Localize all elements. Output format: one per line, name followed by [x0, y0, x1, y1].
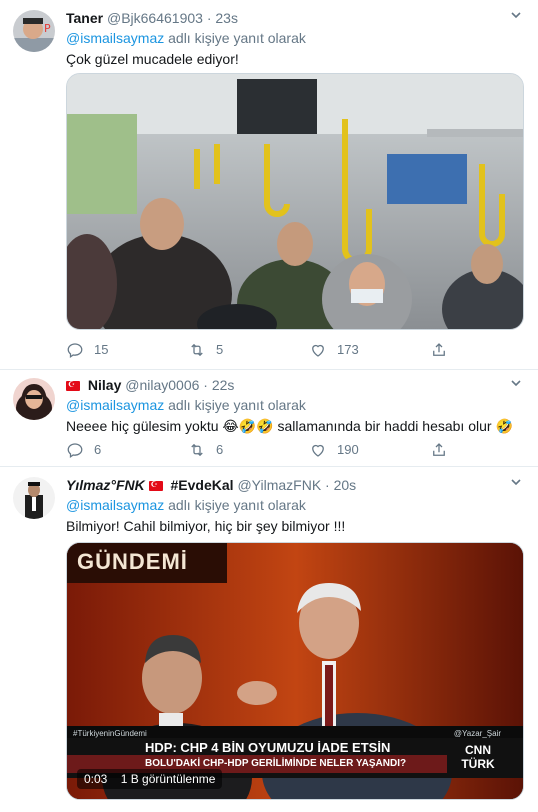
mention-link[interactable]: @ismailsaymaz: [66, 30, 164, 46]
avatar[interactable]: [13, 378, 55, 420]
video-watermark: @Yazar_Şair: [453, 729, 501, 738]
retweet-icon: [191, 343, 203, 357]
separator: ·: [206, 10, 212, 26]
video-hashtag: #TürkiyeninGündemi: [73, 729, 147, 738]
share-icon: [433, 343, 445, 356]
share-icon: [433, 443, 445, 456]
tweet-1[interactable]: P Taner @Bjk66461903 · 23s @ismailsaymaz…: [0, 0, 538, 370]
reply-button[interactable]: 6: [66, 440, 101, 460]
retweet-button[interactable]: 6: [188, 440, 223, 460]
retweet-count: 6: [216, 442, 224, 457]
chevron-down-icon[interactable]: [508, 9, 524, 25]
avatar[interactable]: P: [13, 10, 55, 52]
display-name[interactable]: Taner: [66, 10, 103, 26]
retweet-icon: [191, 443, 203, 457]
display-name-hashtag: #EvdeKal: [170, 477, 234, 493]
reply-button[interactable]: 15: [66, 340, 108, 360]
tweet-actions: 15 5 173: [66, 340, 456, 360]
video-duration: 0:03: [84, 772, 108, 786]
tweet-2[interactable]: Nilay @nilay0006 · 22s @ismailsaymaz adl…: [0, 370, 538, 467]
timestamp[interactable]: 20s: [334, 477, 357, 493]
video-views: 1 B görüntülenme: [120, 772, 216, 786]
reply-icon: [67, 343, 83, 358]
display-name[interactable]: Nilay: [88, 377, 121, 393]
heart-icon: [312, 444, 324, 457]
tweet-text: Neeee hiç gülesim yoktu 😂🤣🤣 sallamanında…: [66, 418, 513, 434]
retweet-button[interactable]: 5: [188, 340, 223, 360]
heart-icon: [312, 344, 324, 357]
timestamp[interactable]: 22s: [212, 377, 235, 393]
share-button[interactable]: [430, 440, 458, 460]
tweet-header: Taner @Bjk66461903 · 23s: [66, 8, 524, 28]
turkey-flag-icon: [66, 379, 80, 391]
video-subline: BOLU'DAKİ CHP-HDP GERİLİMİNDE NELER YAŞA…: [145, 758, 407, 769]
reply-icon: [67, 443, 83, 458]
like-count: 173: [337, 342, 359, 357]
tweet-photo[interactable]: [66, 73, 524, 330]
user-handle[interactable]: @nilay0006: [125, 377, 199, 393]
chevron-down-icon[interactable]: [508, 377, 524, 393]
video-banner-text: GÜNDEMİ: [77, 549, 188, 574]
chevron-down-icon[interactable]: [508, 476, 524, 492]
separator: ·: [325, 477, 330, 493]
share-button[interactable]: [430, 340, 458, 360]
reply-context: @ismailsaymaz adlı kişiye yanıt olarak: [66, 395, 524, 415]
reply-count: 15: [94, 342, 109, 357]
timestamp[interactable]: 23s: [215, 10, 238, 26]
reply-context: @ismailsaymaz adlı kişiye yanıt olarak: [66, 495, 524, 515]
turkey-flag-icon: [148, 479, 163, 491]
like-count: 190: [337, 442, 359, 457]
tweet-video[interactable]: GÜNDEMİ #TürkiyeninGündemi @Yazar_Şair H…: [66, 542, 524, 800]
tweet-header: Yılmaz°FNK #EvdeKal @YilmazFNK · 20s: [66, 475, 524, 495]
reply-context-label: adlı kişiye yanıt olarak: [164, 497, 306, 513]
like-button[interactable]: 190: [309, 440, 359, 460]
like-button[interactable]: 173: [309, 340, 359, 360]
tweet-text: Bilmiyor! Cahil bilmiyor, hiç bir şey bi…: [66, 518, 346, 534]
reply-context-label: adlı kişiye yanıt olarak: [164, 397, 306, 413]
retweet-count: 5: [216, 342, 224, 357]
display-name[interactable]: Yılmaz°FNK: [66, 477, 145, 493]
user-handle[interactable]: @Bjk66461903: [107, 10, 203, 26]
tweet-actions: 6 6 190: [66, 440, 456, 460]
reply-context-label: adlı kişiye yanıt olarak: [164, 30, 306, 46]
tweet-text: Çok güzel mucadele ediyor!: [66, 51, 239, 67]
video-meta-overlay: 0:03 1 B görüntülenme: [77, 769, 223, 789]
reply-count: 6: [94, 442, 102, 457]
separator: ·: [203, 377, 208, 393]
reply-context: @ismailsaymaz adlı kişiye yanıt olarak: [66, 28, 524, 48]
video-headline: HDP: CHP 4 BİN OYUMUZU İADE ETSİN: [145, 740, 391, 755]
mention-link[interactable]: @ismailsaymaz: [66, 397, 164, 413]
cnn-turk-logo: CNN TÜRK: [461, 743, 495, 771]
mention-link[interactable]: @ismailsaymaz: [66, 497, 164, 513]
svg-text:P: P: [44, 22, 51, 35]
tweet-header: Nilay @nilay0006 · 22s: [66, 375, 524, 395]
user-handle[interactable]: @YilmazFNK: [237, 477, 321, 493]
tweet-3[interactable]: Yılmaz°FNK #EvdeKal @YilmazFNK · 20s @is…: [0, 467, 538, 812]
avatar[interactable]: [13, 477, 55, 519]
